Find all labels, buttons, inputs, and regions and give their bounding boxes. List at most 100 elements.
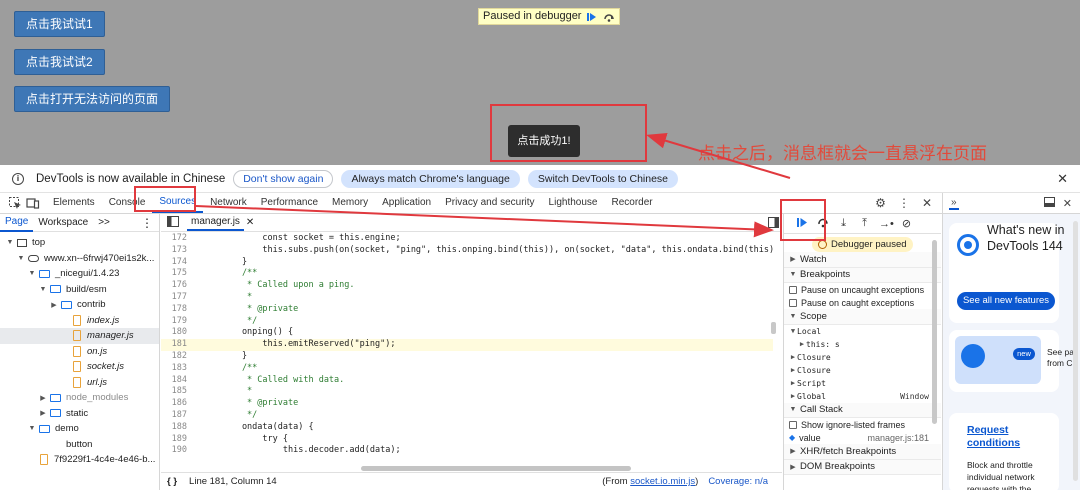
scope-this[interactable]: ▶ this: s [784, 338, 941, 351]
source-map-link[interactable]: socket.io.min.js [630, 476, 695, 487]
line-number[interactable]: 188 [161, 422, 193, 434]
step-into-icon[interactable]: ⤓ [837, 217, 850, 230]
line-number[interactable]: 178 [161, 304, 193, 316]
tree-item[interactable]: ▼ demo [0, 421, 159, 437]
tree-item[interactable]: socket.js [0, 359, 159, 375]
tree-item[interactable]: ▶ node_modules [0, 390, 159, 406]
close-devtools-icon[interactable]: ✕ [922, 196, 932, 210]
scope-closure-2[interactable]: ▶ Closure [784, 364, 941, 377]
toggle-navigator-icon[interactable] [167, 215, 179, 230]
tab-page[interactable]: Page [0, 214, 34, 232]
request-conditions-link[interactable]: Request conditions [967, 424, 1037, 450]
code-line[interactable]: 188 ondata(data) { [161, 422, 773, 434]
line-number[interactable]: 172 [161, 233, 193, 245]
line-number[interactable]: 177 [161, 292, 193, 304]
tree-item[interactable]: ▼ _nicegui/1.4.23 [0, 266, 159, 282]
checkbox[interactable] [789, 420, 797, 429]
tab-lighthouse[interactable]: Lighthouse [542, 193, 605, 213]
more-options-icon[interactable]: ⋮ [898, 196, 910, 210]
code-line[interactable]: 189 try { [161, 434, 773, 446]
tab-console[interactable]: Console [102, 193, 153, 213]
code-line[interactable]: 174 } [161, 257, 773, 269]
test-button-1[interactable]: 点击我试试1 [14, 11, 105, 37]
code-horizontal-scrollbar[interactable] [361, 466, 631, 471]
tree-item[interactable]: ▼ top [0, 235, 159, 251]
scope-section[interactable]: ▼ Scope [784, 309, 941, 325]
code-line[interactable]: 184 * Called with data. [161, 375, 773, 387]
tab-performance[interactable]: Performance [254, 193, 325, 213]
tree-item[interactable]: index.js [0, 313, 159, 329]
line-number[interactable]: 182 [161, 351, 193, 363]
code-line[interactable]: 179 */ [161, 316, 773, 328]
code-line[interactable]: 180 onping() { [161, 327, 773, 339]
inspect-element-icon[interactable] [8, 196, 22, 210]
line-number[interactable]: 185 [161, 386, 193, 398]
tree-item[interactable]: manager.js [0, 328, 159, 344]
navigator-menu-icon[interactable]: ⋮ [141, 216, 153, 230]
code-line-paused[interactable]: 181 this.emitReserved("ping"); [161, 339, 773, 351]
settings-gear-icon[interactable]: ⚙ [875, 196, 886, 210]
line-number[interactable]: 189 [161, 434, 193, 446]
tab-workspace[interactable]: Workspace [33, 215, 93, 231]
scope-global[interactable]: ▶ Global Window [784, 390, 941, 403]
code-line[interactable]: 190 this.decoder.add(data); [161, 445, 773, 457]
checkbox[interactable] [789, 285, 797, 294]
scope-local[interactable]: ▼ Local [784, 325, 941, 338]
line-number[interactable]: 184 [161, 375, 193, 387]
test-button-2[interactable]: 点击我试试2 [14, 49, 105, 75]
step-icon[interactable]: →• [879, 218, 894, 230]
dock-icon[interactable] [1043, 196, 1055, 210]
line-number[interactable]: 186 [161, 398, 193, 410]
sidebar-scrollbar[interactable] [932, 240, 937, 424]
breakpoints-section[interactable]: ▼ Breakpoints [784, 267, 941, 283]
code-vertical-scrollbar[interactable] [771, 322, 776, 334]
tree-item[interactable]: on.js [0, 344, 159, 360]
code-line[interactable]: 172 const socket = this.engine; [161, 233, 773, 245]
see-all-features-button[interactable]: See all new features [957, 292, 1055, 310]
tree-item[interactable]: ▶ contrib [0, 297, 159, 313]
code-line[interactable]: 186 * @private [161, 398, 773, 410]
dom-breakpoints-section[interactable]: ▶ DOM Breakpoints [784, 459, 941, 475]
device-toolbar-icon[interactable] [26, 196, 40, 210]
close-drawer-icon[interactable]: ✕ [1063, 197, 1072, 210]
tab-recorder[interactable]: Recorder [604, 193, 659, 213]
tab-network[interactable]: Network [203, 193, 254, 213]
close-icon[interactable]: ✕ [1057, 171, 1068, 187]
frame-location[interactable]: manager.js:181 [867, 433, 929, 443]
open-unreachable-page-button[interactable]: 点击打开无法访问的页面 [14, 86, 171, 112]
line-number[interactable]: 181 [161, 339, 193, 351]
tab-elements[interactable]: Elements [46, 193, 102, 213]
deactivate-breakpoints-icon[interactable]: ⊘ [900, 217, 913, 230]
dont-show-again-button[interactable]: Don't show again [233, 169, 334, 188]
pretty-print-icon[interactable]: { } [167, 476, 177, 487]
more-tabs-icon[interactable]: >> [93, 215, 115, 231]
code-line[interactable]: 178 * @private [161, 304, 773, 316]
drawer-more-tabs-icon[interactable]: » [949, 197, 959, 210]
call-frame-value[interactable]: ◆ value manager.js:181 [784, 431, 941, 444]
scope-closure-1[interactable]: ▶ Closure [784, 351, 941, 364]
line-number[interactable]: 174 [161, 257, 193, 269]
xhr-breakpoints-section[interactable]: ▶ XHR/fetch Breakpoints [784, 444, 941, 460]
tree-item[interactable]: url.js [0, 375, 159, 391]
line-number[interactable]: 190 [161, 445, 193, 457]
code-line[interactable]: 176 * Called upon a ping. [161, 280, 773, 292]
toggle-debugger-sidebar-icon[interactable] [768, 216, 779, 231]
code-line[interactable]: 185 * [161, 386, 773, 398]
tab-application[interactable]: Application [375, 193, 438, 213]
drawer-scrollbar[interactable] [1073, 221, 1078, 481]
switch-to-chinese-button[interactable]: Switch DevTools to Chinese [527, 169, 679, 188]
step-over-icon[interactable] [816, 217, 829, 231]
code-line[interactable]: 182 } [161, 351, 773, 363]
coverage-status[interactable]: Coverage: n/a [708, 476, 768, 487]
tree-item[interactable]: 7f9229f1-4c4e-4e46-b... [0, 452, 159, 468]
code-line[interactable]: 183 /** [161, 363, 773, 375]
scope-script[interactable]: ▶ Script [784, 377, 941, 390]
line-number[interactable]: 183 [161, 363, 193, 375]
pause-caught-checkbox-row[interactable]: Pause on caught exceptions [784, 296, 941, 309]
line-number[interactable]: 173 [161, 245, 193, 257]
line-number[interactable]: 187 [161, 410, 193, 422]
tab-memory[interactable]: Memory [325, 193, 375, 213]
tree-item[interactable]: ▼ build/esm [0, 282, 159, 298]
tab-privacy-security[interactable]: Privacy and security [438, 193, 541, 213]
watch-section[interactable]: ▶ Watch [784, 252, 941, 268]
